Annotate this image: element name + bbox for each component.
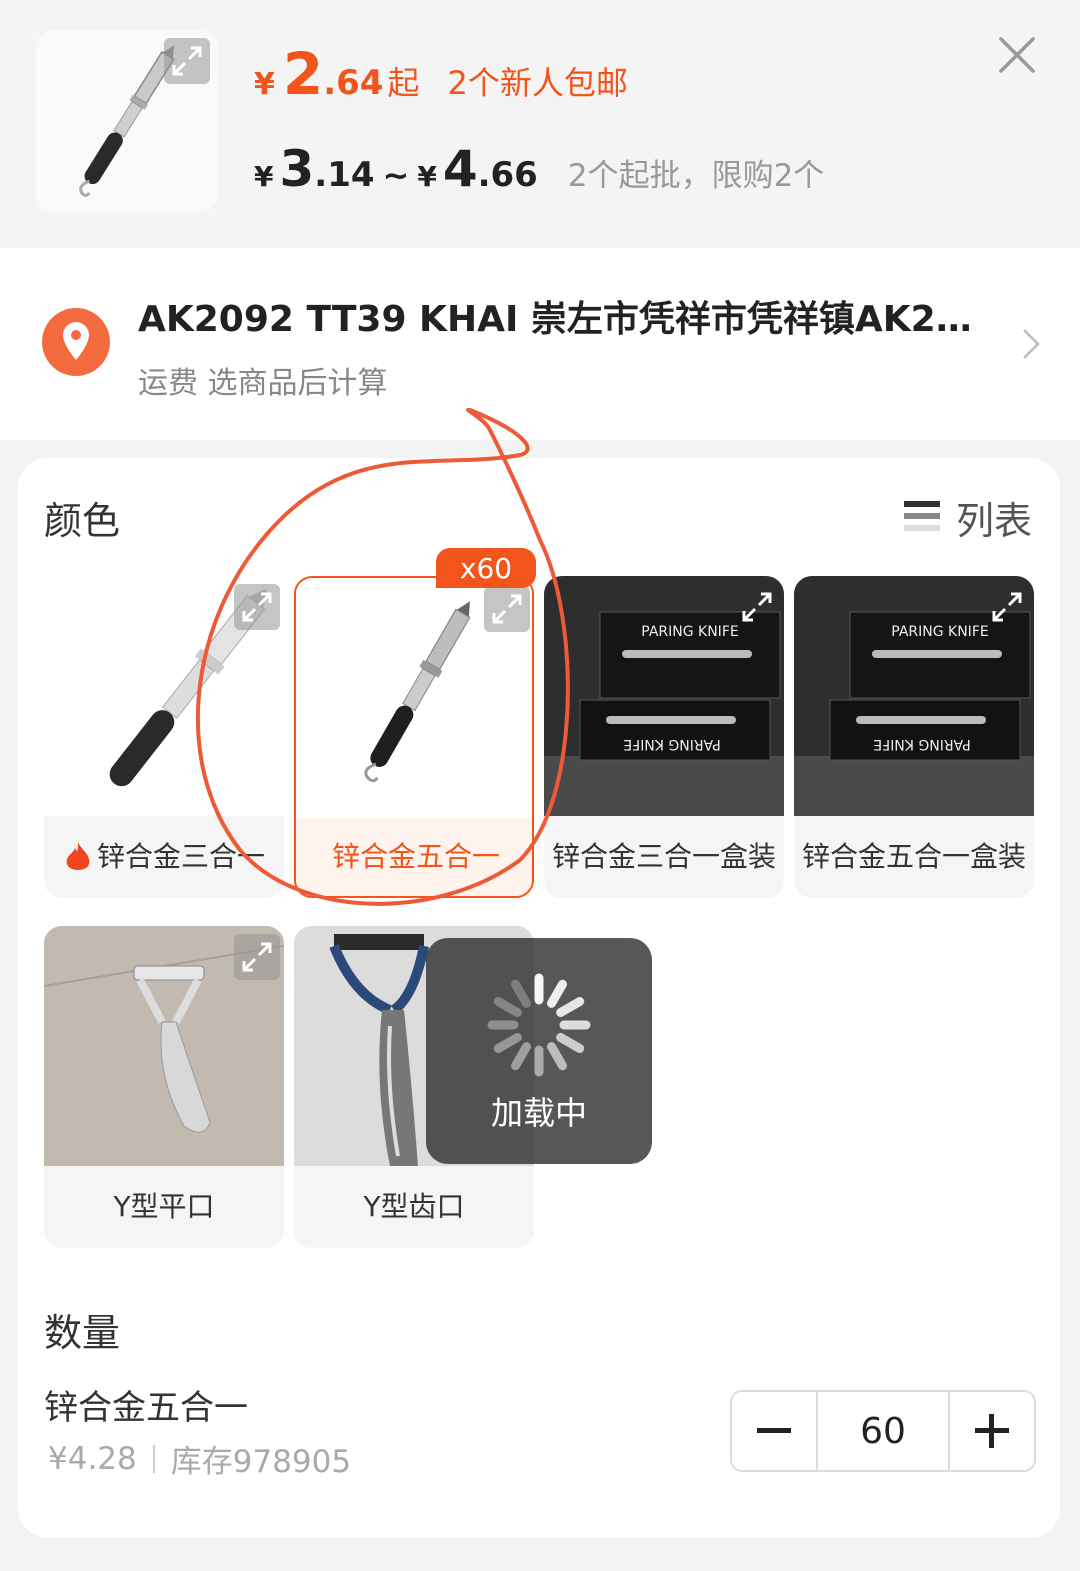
price-range: ¥ 3 .14 ~ ¥ 4 .66 2个起批，限购2个: [254, 140, 825, 198]
svg-text:PARING KNIFE: PARING KNIFE: [641, 624, 738, 640]
shipping-text: 运费 选商品后计算: [138, 366, 388, 401]
svg-text:PARING KNIFE: PARING KNIFE: [873, 736, 970, 752]
fire-icon: [66, 842, 90, 870]
expand-icon[interactable]: [734, 584, 780, 630]
color-option-5[interactable]: Y型平口: [44, 926, 284, 1248]
close-button[interactable]: [994, 32, 1040, 78]
chevron-right-icon[interactable]: [1018, 326, 1044, 362]
expand-icon[interactable]: [234, 584, 280, 630]
product-header: ¥ 2 .64 起 2个新人包邮 ¥ 3 .14 ~ ¥ 4 .66 2个起批，…: [0, 0, 1080, 248]
list-icon: [904, 501, 940, 531]
option-label: 锌合金三合一盒装: [551, 840, 776, 873]
increment-button[interactable]: [950, 1392, 1034, 1470]
purchase-limit: 2个起批，限购2个: [567, 158, 825, 194]
color-option-4[interactable]: PARING KNIFE PARING KNIFE 锌合金五合一盒装: [794, 576, 1034, 898]
option-label: 锌合金三合一: [44, 816, 284, 898]
minus-icon: [757, 1428, 791, 1433]
decrement-button[interactable]: [732, 1392, 816, 1470]
plus-icon: [975, 1414, 1009, 1448]
expand-icon[interactable]: [484, 586, 530, 632]
list-view-toggle[interactable]: 列表: [902, 494, 1032, 543]
variant-price: ¥4.28: [48, 1440, 137, 1477]
expand-icon[interactable]: [984, 584, 1030, 630]
address-row[interactable]: [0, 248, 1080, 440]
color-section-title: 颜色: [44, 499, 121, 543]
quantity-section-title: 数量: [44, 1311, 121, 1355]
color-option-3[interactable]: PARING KNIFE PARING KNIFE 锌合金三合一盒装: [544, 576, 784, 898]
start-price: ¥ 2 .64 起 2个新人包邮: [254, 40, 628, 108]
product-thumbnail[interactable]: [36, 30, 218, 212]
color-option-2[interactable]: 锌合金五合一: [294, 576, 534, 898]
promo-text: 2个新人包邮: [447, 64, 628, 102]
location-pin-icon: [42, 308, 110, 376]
list-view-label: 列表: [956, 498, 1033, 543]
expand-icon[interactable]: [164, 38, 210, 84]
svg-text:PARING KNIFE: PARING KNIFE: [623, 736, 720, 752]
address-text[interactable]: AK2092 TT39 KHAI 崇左市凭祥市凭祥镇AK20…: [138, 290, 978, 342]
stock-count: 库存978905: [170, 1444, 352, 1480]
option-label: 锌合金五合一盒装: [801, 840, 1026, 873]
loading-text: 加载中: [490, 1094, 587, 1132]
option-label: 锌合金五合一: [331, 840, 500, 873]
expand-icon[interactable]: [234, 934, 280, 980]
svg-text:PARING KNIFE: PARING KNIFE: [891, 624, 988, 640]
spinner-icon: [487, 973, 591, 1077]
option-label: Y型平口: [113, 1190, 215, 1223]
option-label: Y型齿口: [363, 1190, 465, 1223]
quantity-badge: x60: [436, 548, 536, 588]
quantity-stepper[interactable]: 60: [730, 1390, 1036, 1472]
loading-overlay: 加载中: [426, 938, 652, 1164]
divider: [152, 1444, 155, 1473]
close-icon: [999, 37, 1035, 73]
color-option-1[interactable]: 锌合金三合一: [44, 576, 284, 898]
selected-variant-name: 锌合金五合一: [44, 1388, 248, 1428]
quantity-input[interactable]: 60: [816, 1392, 950, 1470]
variant-price-stock: ¥4.28 库存978905: [48, 1436, 351, 1481]
